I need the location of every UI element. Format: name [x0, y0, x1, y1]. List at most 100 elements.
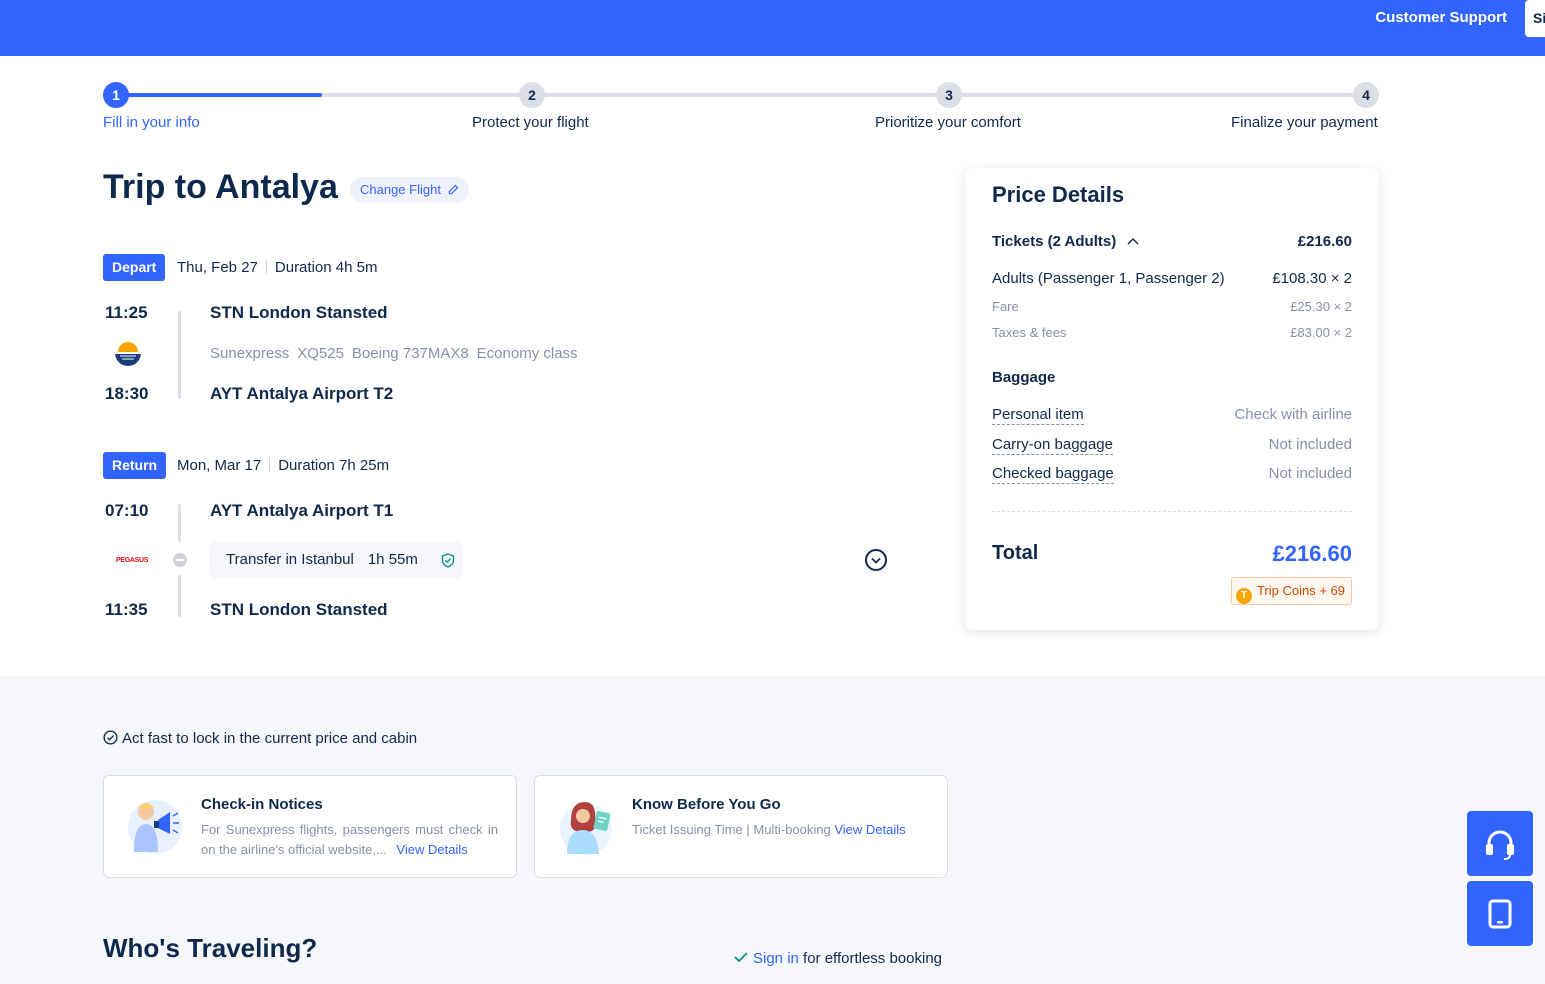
return-timeline-bottom [178, 575, 181, 617]
personal-item-label[interactable]: Personal item [992, 406, 1084, 425]
depart-arrival-time: 18:30 [105, 384, 149, 403]
act-fast-notice: Act fast to lock in the current price an… [103, 730, 417, 747]
sign-in-prompt: Sign in for effortless booking [733, 950, 942, 967]
checked-baggage-row: Checked baggage Not included [992, 465, 1352, 484]
total-label: Total [992, 542, 1039, 564]
depart-flight-info: Sunexpress XQ525 Boeing 737MAX8 Economy cla… [210, 345, 586, 362]
personal-item-value: Check with airline [1234, 406, 1352, 423]
carry-on-value: Not included [1268, 436, 1352, 453]
step-4-label: Finalize your payment [1231, 114, 1378, 131]
depart-duration: Duration 4h 5m [274, 259, 378, 276]
depart-date: Thu, Feb 27 [177, 259, 258, 276]
tickets-row[interactable]: Tickets (2 Adults) £216.60 [992, 233, 1352, 250]
fare-label: Fare [992, 299, 1019, 314]
stepper-progress-fill [116, 93, 322, 97]
sign-in-link[interactable]: Sign in [753, 950, 799, 967]
headset-icon [1486, 830, 1514, 860]
return-departure-airport: AYT Antalya Airport T1 [210, 501, 394, 520]
taxes-label: Taxes & fees [992, 325, 1067, 340]
checked-baggage-value: Not included [1268, 465, 1352, 482]
customer-service-float-button[interactable] [1467, 811, 1533, 876]
return-departure-time: 07:10 [105, 501, 149, 520]
coin-icon: T [1235, 588, 1252, 604]
step-1-label: Fill in your info [103, 114, 200, 131]
depart-arrival-airport: AYT Antalya Airport T2 [210, 384, 394, 403]
return-badge: Return [103, 452, 167, 479]
step-1-dot: 1 [103, 82, 129, 108]
taxes-row: Taxes & fees £83.00 × 2 [992, 325, 1352, 340]
checkmark-icon [734, 952, 748, 963]
return-arrival-airport: STN London Stansted [210, 600, 388, 619]
know-before-you-go-desc: Ticket Issuing Time | Multi-booking View… [632, 822, 906, 837]
price-divider [992, 511, 1352, 512]
return-arrival-time: 11:35 [105, 600, 148, 619]
transfer-location: Transfer in Istanbul [226, 551, 354, 568]
act-fast-text: Act fast to lock in the current price an… [122, 730, 418, 747]
fare-row: Fare £25.30 × 2 [992, 299, 1352, 314]
step-2-dot: 2 [519, 82, 545, 108]
shield-icon [441, 553, 455, 568]
phone-icon [1488, 899, 1512, 929]
step-3-label: Prioritize your comfort [875, 114, 1021, 131]
carry-on-row: Carry-on baggage Not included [992, 436, 1352, 455]
return-timeline-top [178, 504, 181, 542]
check-in-notices-card: Check-in Notices For Sunexpress flights,… [103, 775, 517, 878]
change-flight-label: Change Flight [360, 182, 441, 197]
step-3-dot: 3 [936, 82, 962, 108]
adults-label: Adults (Passenger 1, Passenger 2) [992, 270, 1225, 287]
baggage-title-row: Baggage [992, 369, 1352, 386]
customer-support-link[interactable]: Customer Support [1375, 9, 1507, 26]
check-in-notices-title: Check-in Notices [201, 796, 323, 813]
check-circle-icon [103, 730, 118, 745]
personal-item-row: Personal item Check with airline [992, 406, 1352, 425]
chevron-up-icon [1127, 238, 1139, 245]
trip-coins-text: Trip Coins + 69 [1256, 583, 1345, 598]
trip-coins-badge: T Trip Coins + 69 [1230, 577, 1352, 605]
step-2-label: Protect your flight [472, 114, 589, 131]
taxes-value: £83.00 × 2 [1290, 325, 1352, 340]
depart-meta: Thu, Feb 27 Duration 4h 5m [177, 259, 377, 276]
step-4-dot: 4 [1353, 82, 1379, 108]
woman-with-ticket-illustration [555, 796, 617, 858]
depart-aircraft: Boeing 737MAX8 [351, 345, 469, 362]
baggage-title: Baggage [992, 369, 1056, 386]
whos-traveling-heading: Who's Traveling? [103, 933, 318, 963]
return-duration: Duration 7h 25m [278, 457, 390, 474]
change-flight-button[interactable]: Change Flight [350, 177, 469, 203]
checked-baggage-label[interactable]: Checked baggage [992, 465, 1114, 484]
edit-icon [448, 184, 458, 195]
sign-in-button[interactable]: Si [1525, 0, 1545, 37]
carry-on-label[interactable]: Carry-on baggage [992, 436, 1113, 455]
transfer-info: Transfer in Istanbul 1h 55m [209, 542, 463, 578]
depart-badge: Depart [103, 254, 166, 281]
expand-details-button[interactable] [865, 549, 887, 571]
price-details-title: Price Details [992, 182, 1125, 207]
megaphone-person-illustration [124, 796, 186, 858]
sunexpress-logo-icon [115, 340, 141, 366]
mobile-app-float-button[interactable] [1467, 881, 1533, 946]
sign-in-suffix: for effortless booking [798, 950, 943, 967]
depart-cabin: Economy class [476, 345, 578, 362]
booking-progress-stepper: 1 2 3 4 Fill in your info Protect your f… [103, 82, 1379, 134]
chevron-down-icon [871, 557, 881, 564]
depart-timeline [178, 311, 181, 399]
tickets-value: £216.60 [1297, 233, 1352, 250]
depart-departure-airport: STN London Stansted [210, 303, 388, 322]
depart-departure-time: 11:25 [105, 303, 148, 322]
adults-row: Adults (Passenger 1, Passenger 2) £108.3… [992, 270, 1352, 287]
top-nav-bar: Customer Support Si [0, 0, 1545, 56]
page-title: Trip to Antalya [103, 168, 338, 206]
transfer-stop-icon [173, 553, 187, 567]
adults-value: £108.30 × 2 [1272, 270, 1352, 287]
depart-flight-number: XQ525 [297, 345, 344, 362]
check-in-notices-desc: For Sunexpress flights, passengers must … [201, 822, 498, 857]
return-meta: Mon, Mar 17 Duration 7h 25m [177, 457, 389, 474]
total-value: £216.60 [1272, 541, 1352, 566]
fare-value: £25.30 × 2 [1290, 299, 1352, 314]
check-in-view-details-link[interactable]: View Details [396, 842, 467, 857]
price-details-card: Price Details Tickets (2 Adults) £216.60… [965, 168, 1379, 630]
know-before-view-details-link[interactable]: View Details [834, 822, 905, 837]
know-before-you-go-title: Know Before You Go [632, 796, 781, 813]
depart-airline: Sunexpress [210, 345, 290, 362]
know-before-you-go-card: Know Before You Go Ticket Issuing Time |… [534, 775, 948, 878]
